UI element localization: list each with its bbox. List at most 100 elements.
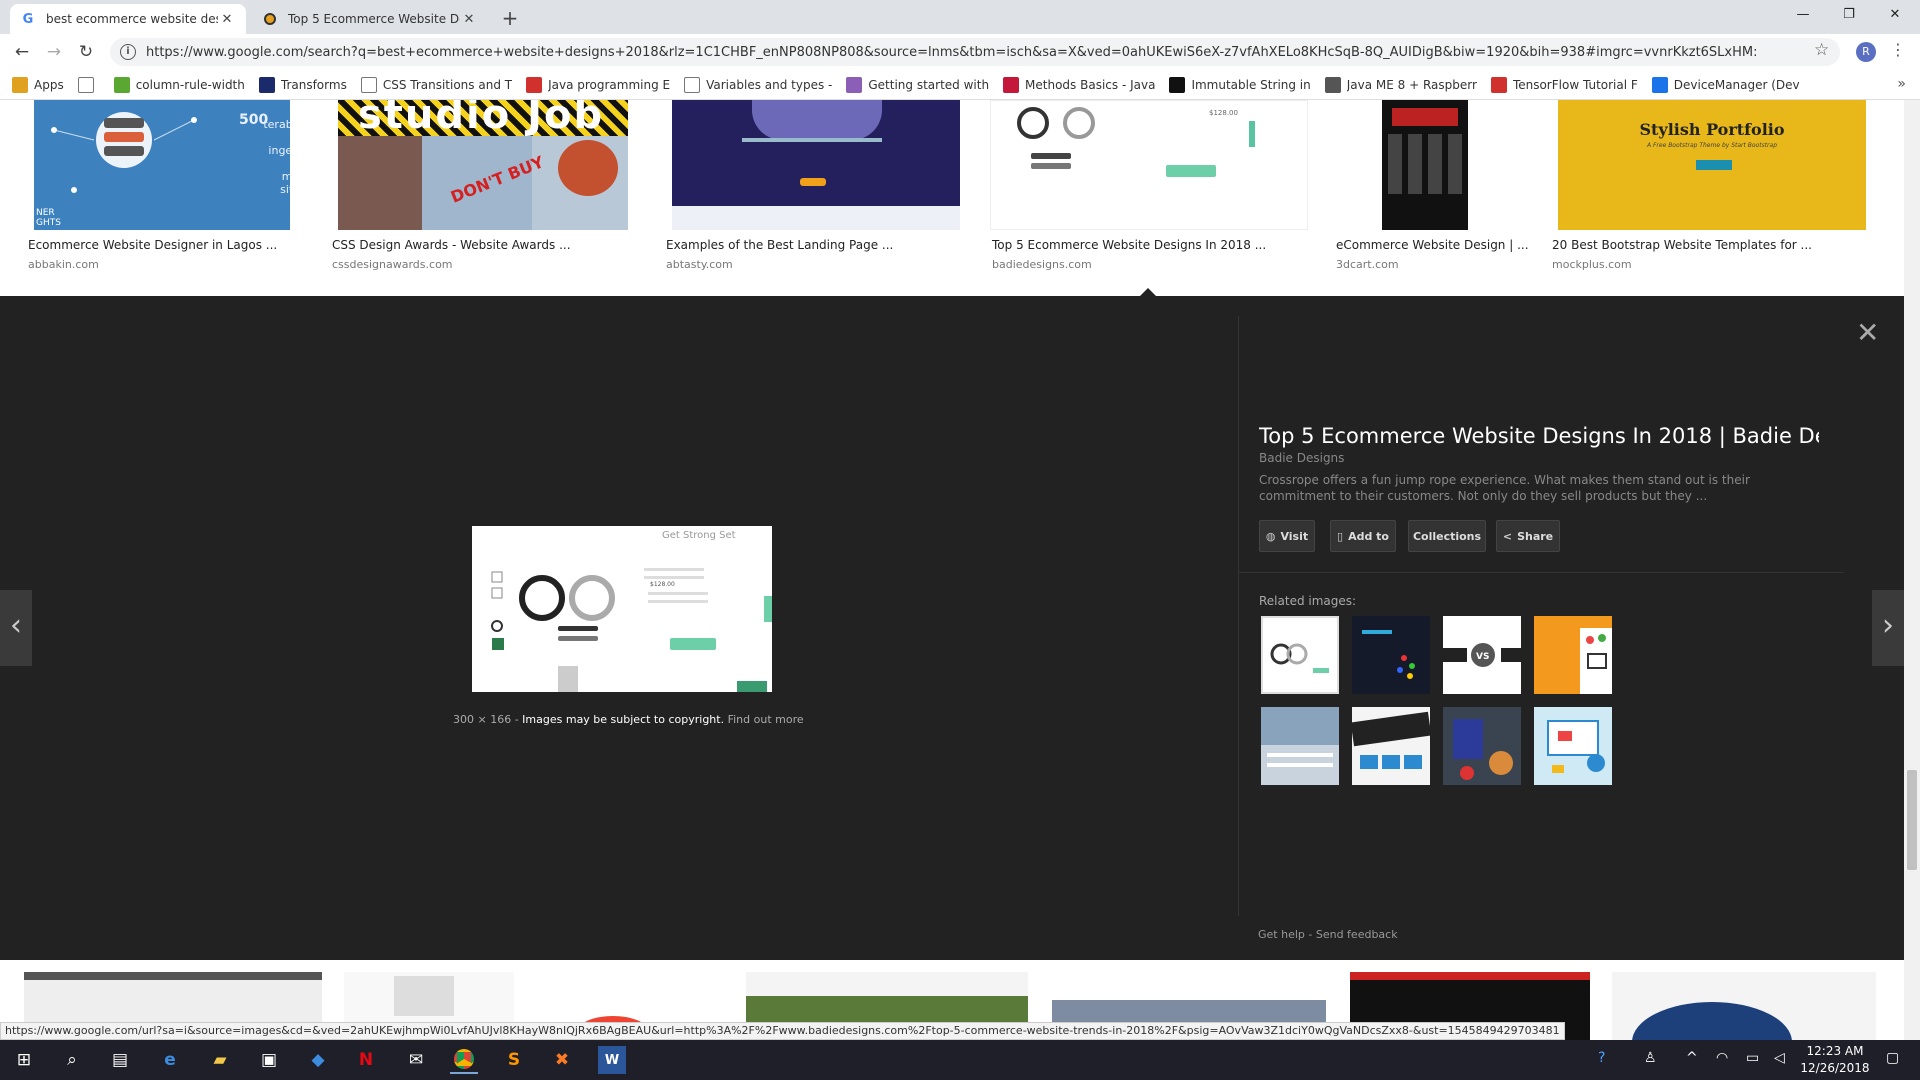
result-thumbnail[interactable] xyxy=(1612,972,1876,1040)
result-thumbnail[interactable]: Stylish Portfolio A Free Bootstrap Theme… xyxy=(1558,100,1866,230)
avatar[interactable]: R xyxy=(1856,42,1876,62)
related-thumbnail[interactable] xyxy=(1443,707,1521,785)
reload-icon[interactable]: ↻ xyxy=(74,40,98,64)
xampp-icon[interactable]: ✖ xyxy=(548,1046,576,1074)
bookmark-item[interactable] xyxy=(77,76,100,93)
status-bar-url: https://www.google.com/url?sa=i&source=i… xyxy=(0,1022,1565,1040)
bookmark-item[interactable]: CSS Transitions and T xyxy=(360,76,512,93)
related-thumbnail[interactable] xyxy=(1534,707,1612,785)
new-tab-button[interactable]: + xyxy=(500,6,520,30)
related-thumbnail[interactable] xyxy=(1534,616,1612,694)
chrome-icon[interactable] xyxy=(450,1046,478,1074)
thumb-caption: NER GHTS xyxy=(36,208,61,228)
bookmark-item[interactable]: DeviceManager (Dev xyxy=(1651,76,1800,93)
battery-icon[interactable]: ▭ xyxy=(1746,1050,1759,1066)
send-feedback-link[interactable]: Send feedback xyxy=(1316,928,1398,941)
result-site[interactable]: mockplus.com xyxy=(1552,258,1632,271)
tab-google-search[interactable]: G best ecommerce website designs ✕ xyxy=(10,4,246,34)
result-site[interactable]: abtasty.com xyxy=(666,258,733,271)
taskbar-clock[interactable]: 12:23 AM 12/26/2018 xyxy=(1790,1043,1880,1077)
result-title[interactable]: 20 Best Bootstrap Website Templates for … xyxy=(1552,238,1812,252)
add-to-button[interactable]: ▯ Add to xyxy=(1330,520,1396,552)
related-thumbnail[interactable]: VS xyxy=(1443,616,1521,694)
result-site[interactable]: badiedesigns.com xyxy=(992,258,1092,271)
task-view-icon[interactable]: ▤ xyxy=(106,1046,134,1074)
maximize-button[interactable]: ❐ xyxy=(1826,0,1872,30)
preview-image[interactable]: Get Strong Set $128.00 xyxy=(472,526,772,692)
bookmark-star-icon[interactable]: ☆ xyxy=(1814,40,1829,60)
page-scrollbar[interactable] xyxy=(1904,100,1920,1040)
menu-icon[interactable]: ⋮ xyxy=(1890,40,1906,59)
wifi-icon[interactable]: ◠ xyxy=(1716,1050,1728,1066)
people-icon[interactable]: ♙ xyxy=(1644,1050,1657,1066)
next-image-button[interactable]: › xyxy=(1872,590,1904,666)
tab-badie-designs[interactable]: Top 5 Ecommerce Website Designs ✕ xyxy=(252,4,488,34)
result-title[interactable]: Examples of the Best Landing Page ... xyxy=(666,238,893,252)
bookmark-item[interactable]: TensorFlow Tutorial F xyxy=(1490,76,1638,93)
bookmark-item[interactable]: Java ME 8 + Raspberr xyxy=(1324,76,1477,93)
bookmark-item[interactable]: Transforms xyxy=(258,76,347,93)
notifications-icon[interactable]: ▢ xyxy=(1886,1050,1899,1066)
more-bookmarks-icon[interactable]: » xyxy=(1897,76,1906,92)
result-thumbnail[interactable] xyxy=(672,100,960,230)
thumb-caption: terabytes ofingested inmedia sites e xyxy=(263,118,290,196)
browser-toolbar: ← → ↻ i https://www.google.com/search?q=… xyxy=(0,34,1920,70)
scrollbar-thumb[interactable] xyxy=(1907,770,1917,870)
result-site[interactable]: 3dcart.com xyxy=(1336,258,1399,271)
minimize-button[interactable]: — xyxy=(1780,0,1826,30)
bookmark-item[interactable]: Variables and types - xyxy=(684,76,832,93)
result-title[interactable]: eCommerce Website Design | ... xyxy=(1336,238,1529,252)
bookmark-item[interactable]: Immutable String in xyxy=(1169,76,1311,93)
share-button[interactable]: < Share xyxy=(1496,520,1560,552)
edge-icon[interactable]: e xyxy=(156,1046,184,1074)
volume-icon[interactable]: ◁ xyxy=(1774,1050,1785,1066)
preview-title[interactable]: Top 5 Ecommerce Website Designs In 2018 … xyxy=(1259,424,1819,448)
close-icon[interactable]: ✕ xyxy=(1856,316,1879,349)
visit-button[interactable]: ◍ Visit xyxy=(1259,520,1315,552)
windows-taskbar: ⊞ ⌕ ▤ e ▰ ▣ ◆ N ✉ S ✖ W ? ♙ ^ ◠ ▭ ◁ 12:2… xyxy=(0,1040,1920,1080)
dropbox-icon[interactable]: ◆ xyxy=(304,1046,332,1074)
result-site[interactable]: abbakin.com xyxy=(28,258,99,271)
forward-icon[interactable]: → xyxy=(42,40,66,64)
address-bar[interactable]: i https://www.google.com/search?q=best+e… xyxy=(110,38,1840,66)
result-thumbnail[interactable]: 500 terabytes ofingested inmedia sites e… xyxy=(34,100,290,230)
result-thumbnail[interactable] xyxy=(1382,100,1468,230)
preview-site[interactable]: Badie Designs xyxy=(1259,451,1344,465)
result-title[interactable]: Ecommerce Website Designer in Lagos ... xyxy=(28,238,277,252)
bookmark-item[interactable]: Apps xyxy=(12,76,64,93)
result-thumbnail[interactable]: studio Job DON'T BUY xyxy=(338,100,628,230)
bookmark-item[interactable]: Getting started with xyxy=(846,76,989,93)
mail-icon[interactable]: ✉ xyxy=(402,1046,430,1074)
collections-button[interactable]: Collections xyxy=(1408,520,1486,552)
word-icon[interactable]: W xyxy=(598,1046,626,1074)
search-icon[interactable]: ⌕ xyxy=(58,1046,86,1074)
find-out-more-link[interactable]: Find out more xyxy=(728,713,804,726)
bookmark-item[interactable]: Java programming E xyxy=(526,76,670,93)
close-window-button[interactable]: ✕ xyxy=(1872,0,1918,30)
windows-start-icon[interactable]: ⊞ xyxy=(10,1046,38,1074)
bookmark-item[interactable]: Methods Basics - Java xyxy=(1003,76,1155,93)
related-thumbnail[interactable] xyxy=(1261,616,1339,694)
previous-image-button[interactable]: ‹ xyxy=(0,590,32,666)
close-tab-icon[interactable]: ✕ xyxy=(218,12,236,27)
result-title[interactable]: CSS Design Awards - Website Awards ... xyxy=(332,238,571,252)
url-text[interactable]: https://www.google.com/search?q=best+eco… xyxy=(146,45,1840,60)
info-icon[interactable]: i xyxy=(120,44,136,60)
related-thumbnail[interactable] xyxy=(1352,707,1430,785)
sublime-icon[interactable]: S xyxy=(500,1046,528,1074)
netflix-icon[interactable]: N xyxy=(352,1046,380,1074)
image-info: 300 × 166 - Images may be subject to cop… xyxy=(453,713,804,726)
result-thumbnail[interactable]: $128.00 xyxy=(990,100,1308,230)
close-tab-icon[interactable]: ✕ xyxy=(460,12,478,27)
help-icon[interactable]: ? xyxy=(1598,1050,1605,1066)
file-explorer-icon[interactable]: ▰ xyxy=(206,1046,234,1074)
get-help-link[interactable]: Get help xyxy=(1258,928,1305,941)
store-icon[interactable]: ▣ xyxy=(255,1046,283,1074)
back-icon[interactable]: ← xyxy=(10,40,34,64)
chevron-up-icon[interactable]: ^ xyxy=(1686,1050,1698,1066)
result-site[interactable]: cssdesignawards.com xyxy=(332,258,453,271)
result-title[interactable]: Top 5 Ecommerce Website Designs In 2018 … xyxy=(992,238,1266,252)
related-thumbnail[interactable] xyxy=(1352,616,1430,694)
related-thumbnail[interactable] xyxy=(1261,707,1339,785)
bookmark-item[interactable]: column-rule-width xyxy=(113,76,245,93)
